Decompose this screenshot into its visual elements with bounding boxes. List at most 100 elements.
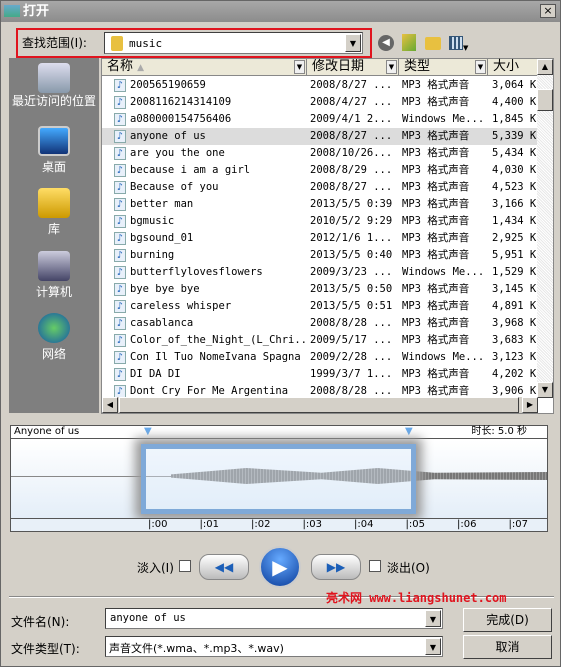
fade-out-checkbox[interactable]: [369, 560, 381, 572]
scroll-thumb[interactable]: [537, 89, 553, 111]
file-size: 4,523 K: [492, 181, 537, 193]
end-marker[interactable]: ▼: [405, 426, 413, 438]
audio-file-icon: ♪: [114, 79, 126, 92]
scroll-down-button[interactable]: ▼: [537, 382, 553, 398]
play-button[interactable]: ▶: [259, 546, 301, 588]
chevron-down-icon[interactable]: ▼: [425, 638, 441, 655]
places-sidebar: 最近访问的位置 桌面 库 计算机 网络: [9, 58, 99, 413]
filename-input[interactable]: anyone of us ▼: [105, 608, 443, 629]
rewind-button[interactable]: ◀◀: [199, 554, 249, 580]
file-row[interactable]: ♪ better man 2013/5/5 0:39 MP3 格式声音 3,166 K: [102, 196, 538, 213]
column-name[interactable]: 名称 ▲: [102, 59, 307, 76]
scroll-left-button[interactable]: ◀: [102, 397, 118, 413]
scroll-thumb-horizontal[interactable]: [119, 397, 519, 413]
file-name: DI DA DI: [130, 368, 181, 380]
file-row[interactable]: ♪ anyone of us 2008/8/27 ... MP3 格式声音 5,339 …: [102, 128, 538, 145]
vertical-scrollbar[interactable]: ▲ ▼: [537, 59, 553, 398]
selection-region[interactable]: [141, 444, 416, 514]
file-date: 2013/5/5 0:51: [310, 300, 393, 312]
file-list[interactable]: 名称 ▲ ▼ 修改日期 ▼ 类型 ▼ 大小 ♪ 200565190659 2008/…: [101, 58, 554, 414]
chevron-down-icon[interactable]: ▼: [345, 34, 361, 52]
audio-file-icon: ♪: [114, 215, 126, 228]
file-row[interactable]: ♪ Because of you 2008/8/27 ... MP3 格式声音 4,52…: [102, 179, 538, 196]
audio-file-icon: ♪: [114, 232, 126, 245]
file-size: 3,166 K: [492, 198, 537, 210]
chevron-down-icon[interactable]: ▼: [475, 60, 486, 74]
file-row[interactable]: ♪ bgmusic 2010/5/2 9:29 MP3 格式声音 1,434 K: [102, 213, 538, 230]
chevron-down-icon[interactable]: ▼: [425, 610, 441, 627]
file-row[interactable]: ♪ DI DA DI 1999/3/7 1... MP3 格式声音 4,202 K: [102, 366, 538, 383]
file-name: 200565190659: [130, 79, 206, 91]
audio-file-icon: ♪: [114, 147, 126, 160]
file-name: bye bye bye: [130, 283, 200, 295]
audio-file-icon: ♪: [114, 96, 126, 109]
audio-file-icon: ♪: [114, 113, 126, 126]
ok-button[interactable]: 完成(D): [463, 608, 552, 632]
chevron-down-icon[interactable]: ▼: [294, 60, 305, 74]
file-row[interactable]: ♪ casablanca 2008/8/28 ... MP3 格式声音 3,968 K: [102, 315, 538, 332]
lookin-value: music: [129, 37, 163, 50]
timeline-tick: |:03: [302, 519, 322, 530]
column-size[interactable]: 大小: [488, 59, 538, 76]
sidebar-item-desktop[interactable]: 桌面: [9, 126, 99, 175]
back-icon[interactable]: ◀: [378, 35, 394, 51]
audio-file-icon: ♪: [114, 130, 126, 143]
sidebar-item-recent[interactable]: 最近访问的位置: [9, 63, 99, 108]
fade-in-checkbox[interactable]: [179, 560, 191, 572]
file-name: 2008116214314109: [130, 96, 232, 108]
audio-preview[interactable]: Anyone of us 时长: 5.0 秒 ▼ ▼ |:00 |:01 |:02 |…: [10, 425, 548, 532]
file-row[interactable]: ♪ are you the one 2008/10/26... MP3 格式声音 5,4…: [102, 145, 538, 162]
new-folder-icon[interactable]: [425, 37, 441, 50]
list-header: 名称 ▲ ▼ 修改日期 ▼ 类型 ▼ 大小: [102, 59, 538, 76]
audio-file-icon: ♪: [114, 317, 126, 330]
file-name: anyone of us: [130, 130, 206, 142]
file-type: Windows Me...: [402, 113, 485, 125]
start-marker[interactable]: ▼: [144, 426, 152, 438]
file-size: 5,434 K: [492, 147, 537, 159]
file-type: MP3 格式声音: [402, 249, 470, 261]
file-row[interactable]: ♪ careless whisper 2013/5/5 0:51 MP3 格式声音 4,…: [102, 298, 538, 315]
file-row[interactable]: ♪ butterflylovesflowers 2009/3/23 ... Windo…: [102, 264, 538, 281]
horizontal-scrollbar[interactable]: ◀ ▶: [102, 397, 538, 413]
file-date: 2008/8/27 ...: [310, 130, 393, 142]
lookin-combo[interactable]: music ▼: [104, 32, 363, 54]
file-type: MP3 格式声音: [402, 334, 470, 346]
file-date: 1999/3/7 1...: [310, 368, 393, 380]
filetype-select[interactable]: 声音文件(*.wma、*.mp3、*.wav) ▼: [105, 636, 443, 657]
cancel-button[interactable]: 取消: [463, 635, 552, 659]
watermark: 亮术网 www.liangshunet.com: [326, 591, 507, 605]
file-size: 1,845 K: [492, 113, 537, 125]
file-name: better man: [130, 198, 194, 210]
file-row[interactable]: ♪ bgsound_01 2012/1/6 1... MP3 格式声音 2,925 K: [102, 230, 538, 247]
file-name: a080000154756406: [130, 113, 232, 125]
audio-file-icon: ♪: [114, 334, 126, 347]
file-name: Con Il Tuo NomeIvana Spagna: [130, 351, 301, 363]
file-size: 4,400 K: [492, 96, 537, 108]
file-row[interactable]: ♪ because i am a girl 2008/8/29 ... MP3 格式声…: [102, 162, 538, 179]
file-row[interactable]: ♪ Color_of_the_Night_(L_Chri... 2009/5/17 …: [102, 332, 538, 349]
file-size: 1,434 K: [492, 215, 537, 227]
file-row[interactable]: ♪ Con Il Tuo NomeIvana Spagna 2009/2/28 ..…: [102, 349, 538, 366]
chevron-down-icon[interactable]: ▼: [386, 60, 397, 74]
file-row[interactable]: ♪ a080000154756406 2009/4/1 2... Windows Me…: [102, 111, 538, 128]
sidebar-item-library[interactable]: 库: [9, 188, 99, 237]
view-menu-icon[interactable]: ▼: [449, 36, 471, 52]
file-size: 3,968 K: [492, 317, 537, 329]
track-name: Anyone of us: [14, 426, 80, 437]
file-row[interactable]: ♪ 2008116214314109 2008/4/27 ... MP3 格式声音 4,…: [102, 94, 538, 111]
file-name: casablanca: [130, 317, 194, 329]
file-type: MP3 格式声音: [402, 368, 470, 380]
sidebar-item-network[interactable]: 网络: [9, 313, 99, 362]
scroll-up-button[interactable]: ▲: [537, 59, 553, 75]
close-button[interactable]: ×: [540, 4, 556, 18]
file-row[interactable]: ♪ bye bye bye 2013/5/5 0:50 MP3 格式声音 3,145 K: [102, 281, 538, 298]
scroll-right-button[interactable]: ▶: [522, 397, 538, 413]
forward-button[interactable]: ▶▶: [311, 554, 361, 580]
file-date: 2013/5/5 0:39: [310, 198, 393, 210]
up-folder-icon[interactable]: [402, 34, 416, 51]
file-size: 3,145 K: [492, 283, 537, 295]
file-row[interactable]: ♪ burning 2013/5/5 0:40 MP3 格式声音 5,951 K: [102, 247, 538, 264]
file-row[interactable]: ♪ 200565190659 2008/8/27 ... MP3 格式声音 3,064 …: [102, 77, 538, 94]
library-icon: [38, 188, 70, 218]
sidebar-item-computer[interactable]: 计算机: [9, 251, 99, 300]
